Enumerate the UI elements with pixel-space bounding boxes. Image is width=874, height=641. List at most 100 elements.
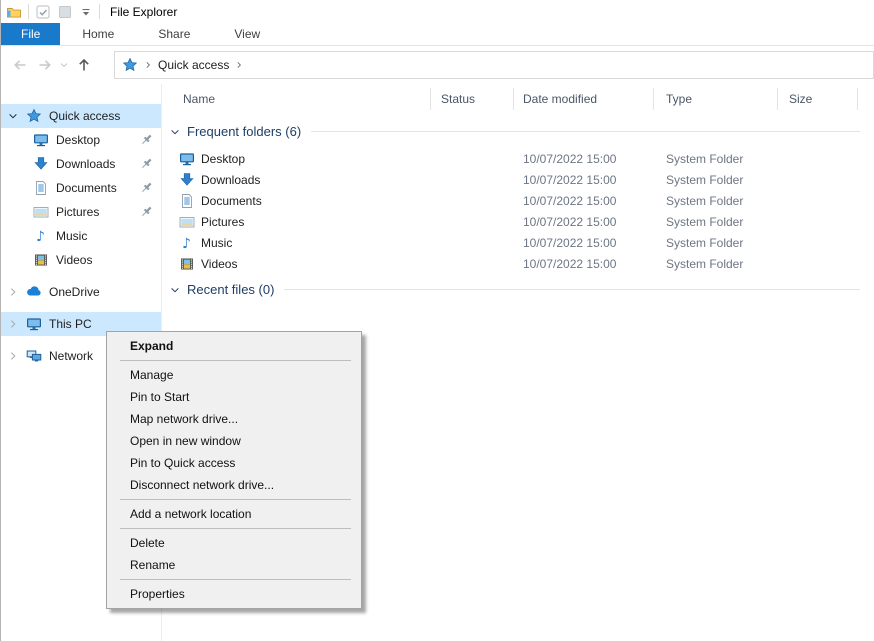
sidebar-item-label: Music [56,229,87,243]
column-header-status[interactable]: Status [431,84,514,114]
back-arrow-icon [12,57,28,73]
sidebar-item-label: Desktop [56,133,100,147]
onedrive-cloud-icon [26,284,42,300]
file-row-documents[interactable]: Documents 10/07/2022 15:00 System Folder [162,190,874,211]
menu-item-add-a-network-location[interactable]: Add a network location [107,503,361,525]
column-header-size[interactable]: Size [778,84,858,114]
breadcrumb-location[interactable]: Quick access [158,58,229,72]
column-header-name[interactable]: Name [162,84,431,114]
window-title: File Explorer [110,5,177,19]
file-name: Pictures [201,215,244,229]
menu-item-manage[interactable]: Manage [107,364,361,386]
sidebar-item-label: Videos [56,253,92,267]
quick-access-star-icon [26,108,42,124]
address-input[interactable]: Quick access [114,51,874,79]
sidebar-item-desktop[interactable]: Desktop [1,128,161,152]
file-row-videos[interactable]: Videos 10/07/2022 15:00 System Folder [162,253,874,274]
menu-item-delete[interactable]: Delete [107,532,361,554]
file-type: System Folder [666,257,743,271]
desktop-icon [179,151,195,167]
file-type: System Folder [666,236,743,250]
chevron-right-icon[interactable] [7,286,19,298]
sidebar-item-label: Downloads [56,157,115,171]
file-type: System Folder [666,173,743,187]
forward-arrow-icon [37,57,53,73]
sidebar-item-pictures[interactable]: Pictures [1,200,161,224]
qat-properties-check-icon[interactable] [35,4,51,20]
file-date-modified: 10/07/2022 15:00 [523,257,616,271]
network-icon [26,348,42,364]
menu-separator [120,579,351,580]
file-explorer-logo-icon [6,4,22,20]
music-icon: ♪ [33,228,49,244]
pin-icon [139,180,154,195]
up-arrow-icon [76,57,92,73]
sidebar-item-music[interactable]: ♪ Music [1,224,161,248]
music-icon: ♪ [179,235,195,251]
pictures-icon [179,214,195,230]
menu-separator [120,528,351,529]
file-date-modified: 10/07/2022 15:00 [523,152,616,166]
sidebar-item-label: Quick access [49,109,120,123]
address-bar: Quick access [1,46,874,84]
file-type: System Folder [666,152,743,166]
breadcrumb-chevron-icon[interactable] [143,60,153,70]
menu-item-expand[interactable]: Expand [107,335,361,357]
file-row-downloads[interactable]: Downloads 10/07/2022 15:00 System Folder [162,169,874,190]
qat-new-folder-icon[interactable] [57,4,73,20]
sidebar-item-quick-access[interactable]: Quick access [1,104,161,128]
customize-quick-access-toolbar-icon[interactable] [79,5,93,19]
breadcrumb-chevron-icon[interactable] [234,60,244,70]
file-date-modified: 10/07/2022 15:00 [523,194,616,208]
sidebar-item-label: This PC [49,317,92,331]
sidebar-item-videos[interactable]: Videos [1,248,161,272]
sidebar-item-documents[interactable]: Documents [1,176,161,200]
downloads-icon [179,172,195,188]
tab-share[interactable]: Share [136,23,212,45]
documents-icon [33,180,49,196]
videos-icon [33,252,49,268]
chevron-right-icon[interactable] [7,350,19,362]
file-row-desktop[interactable]: Desktop 10/07/2022 15:00 System Folder [162,148,874,169]
chevron-down-icon[interactable] [7,110,19,122]
svg-text:♪: ♪ [36,229,45,244]
menu-item-open-in-new-window[interactable]: Open in new window [107,430,361,452]
this-pc-context-menu: Expand Manage Pin to Start Map network d… [106,331,362,609]
menu-item-pin-to-start[interactable]: Pin to Start [107,386,361,408]
forward-button[interactable] [32,53,57,77]
back-button[interactable] [7,53,32,77]
pin-icon [139,204,154,219]
chevron-down-icon[interactable] [169,284,181,296]
column-header-row: Name Status Date modified Type Size [162,84,874,114]
sidebar-item-label: Documents [56,181,117,195]
menu-item-disconnect-network-drive[interactable]: Disconnect network drive... [107,474,361,496]
file-name: Documents [201,194,262,208]
tab-file[interactable]: File [1,23,60,45]
titlebar-separator [28,4,29,19]
sidebar-item-onedrive[interactable]: OneDrive [1,280,161,304]
pin-icon [139,132,154,147]
file-row-music[interactable]: ♪ Music 10/07/2022 15:00 System Folder [162,232,874,253]
file-date-modified: 10/07/2022 15:00 [523,215,616,229]
up-button[interactable] [71,53,96,77]
chevron-down-icon[interactable] [169,126,181,138]
pictures-icon [33,204,49,220]
chevron-right-icon[interactable] [7,318,19,330]
menu-item-properties[interactable]: Properties [107,583,361,605]
file-row-pictures[interactable]: Pictures 10/07/2022 15:00 System Folder [162,211,874,232]
menu-item-map-network-drive[interactable]: Map network drive... [107,408,361,430]
group-header-frequent-folders[interactable]: Frequent folders (6) [162,124,874,139]
group-header-recent-files[interactable]: Recent files (0) [162,282,874,297]
column-header-type[interactable]: Type [654,84,778,114]
svg-text:♪: ♪ [182,236,191,251]
recent-locations-button[interactable] [57,53,71,77]
menu-item-pin-to-quick-access[interactable]: Pin to Quick access [107,452,361,474]
column-header-date-modified[interactable]: Date modified [514,84,654,114]
sidebar-item-downloads[interactable]: Downloads [1,152,161,176]
tab-home[interactable]: Home [60,23,136,45]
file-date-modified: 10/07/2022 15:00 [523,173,616,187]
videos-icon [179,256,195,272]
tab-view[interactable]: View [212,23,282,45]
sidebar-item-label: OneDrive [49,285,100,299]
menu-item-rename[interactable]: Rename [107,554,361,576]
